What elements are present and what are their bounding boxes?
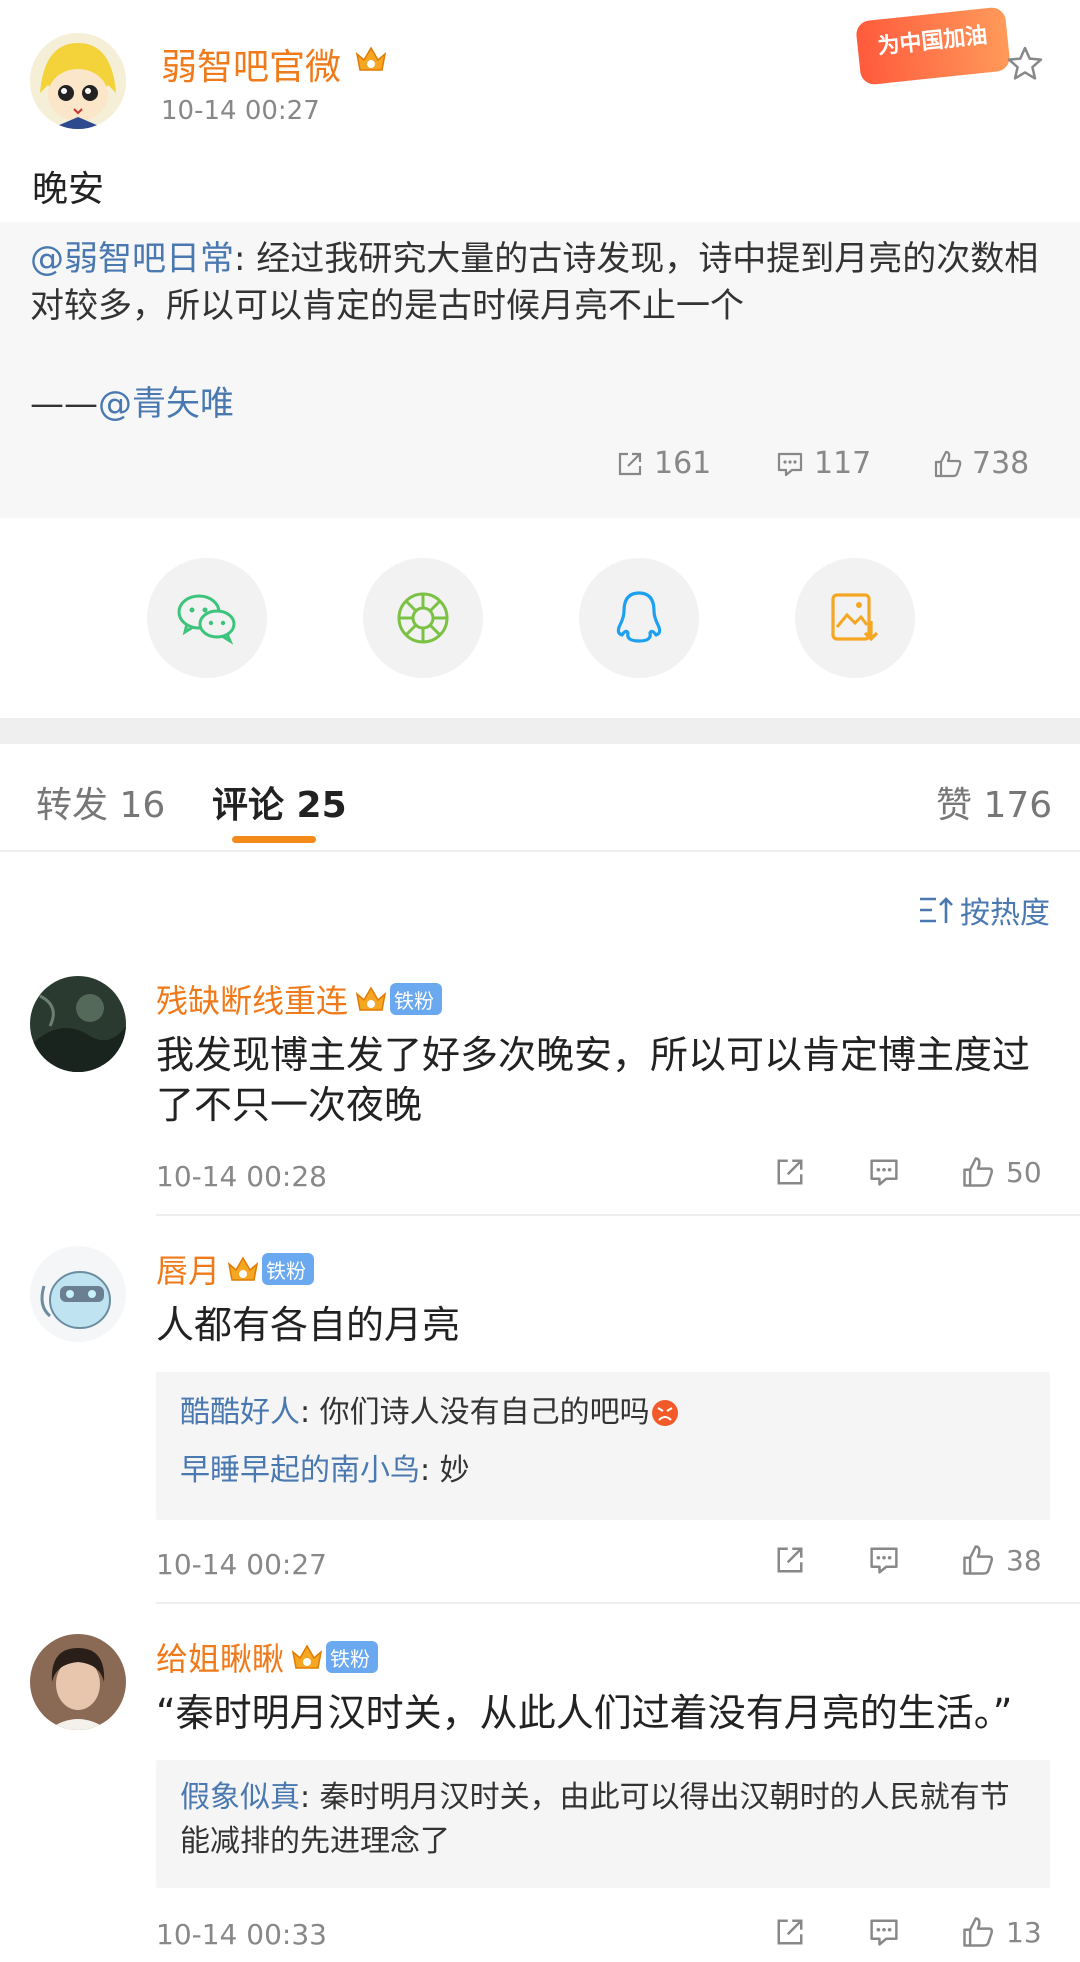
thumbs-up-icon: [963, 1157, 994, 1187]
reply-author[interactable]: 早睡早起的南小鸟: [180, 1453, 420, 1488]
comment-time: 10-14 00:27: [156, 1548, 327, 1581]
commenter-avatar[interactable]: [30, 1246, 126, 1342]
tab-comments[interactable]: 评论 25: [212, 776, 347, 828]
save-image-button[interactable]: [795, 558, 915, 678]
reply-item[interactable]: 酷酷好人: 你们诗人没有自己的吧吗: [180, 1388, 680, 1438]
vip-crown-icon: [354, 42, 388, 80]
comment-like-button[interactable]: 13: [960, 1914, 1042, 1950]
comment-icon: [777, 452, 803, 476]
section-divider: [0, 718, 1080, 744]
comment-reply-button[interactable]: [866, 1914, 902, 1950]
active-tab-indicator: [232, 836, 316, 843]
comment-separator: [156, 1602, 1080, 1604]
moments-icon: [397, 592, 449, 644]
commenter-name[interactable]: 给姐瞅瞅 铁粉: [156, 1634, 379, 1680]
favorite-star-icon[interactable]: [1005, 44, 1045, 84]
quote-signature: ——@青矢唯: [30, 384, 234, 424]
comment-time: 10-14 00:33: [156, 1918, 327, 1951]
vip-crown-icon: [291, 1644, 323, 1669]
comment-icon: [870, 1547, 898, 1574]
author-avatar[interactable]: [30, 33, 126, 129]
commenter-avatar[interactable]: [30, 976, 126, 1072]
repost-icon: [618, 452, 642, 475]
fan-badge: 铁粉: [326, 1641, 379, 1673]
commenter-name[interactable]: 唇月 铁粉: [156, 1246, 315, 1292]
comment-text: 我发现博主发了好多次晚安，所以可以肯定博主度过了不只一次夜晚: [156, 1033, 1031, 1127]
thumbs-up-icon: [963, 1917, 994, 1947]
vip-crown-icon: [227, 1256, 259, 1281]
thumbs-up-icon: [934, 450, 962, 477]
repost-icon: [777, 1547, 803, 1573]
reply-author[interactable]: 假象似真: [180, 1780, 300, 1815]
repost-icon: [777, 1159, 803, 1185]
tab-likes[interactable]: 赞 176: [936, 776, 1052, 828]
comment-text: 人都有各自的月亮: [156, 1303, 461, 1347]
like-count-button[interactable]: 738: [932, 446, 1029, 481]
repost-count-button[interactable]: 161: [614, 446, 711, 481]
comment-count-button[interactable]: 117: [774, 446, 871, 481]
share-wechat-button[interactable]: [147, 558, 267, 678]
tab-reposts[interactable]: 转发 16: [36, 776, 165, 828]
commenter-avatar[interactable]: [30, 1634, 126, 1730]
comment-text: “秦时明月汉时关，从此人们过着没有月亮的生活。”: [156, 1691, 1013, 1735]
comment-repost-button[interactable]: [772, 1154, 808, 1190]
qq-icon: [616, 591, 662, 643]
wechat-icon: [177, 594, 236, 645]
comment-repost-button[interactable]: [772, 1542, 808, 1578]
comment-like-button[interactable]: 50: [960, 1154, 1042, 1190]
post-time: 10-14 00:27: [161, 96, 320, 126]
repost-icon: [777, 1919, 803, 1945]
angry-face-emoji-icon: [651, 1400, 678, 1426]
share-moments-button[interactable]: [363, 558, 483, 678]
fan-badge: 铁粉: [390, 983, 443, 1015]
post-text: 晚安: [32, 169, 105, 210]
thumbs-up-icon: [963, 1545, 994, 1575]
sort-by-hot-button[interactable]: 按热度: [918, 888, 1050, 932]
comment-separator: [156, 1214, 1080, 1216]
reply-item[interactable]: 假象似真: 秦时明月汉时关，由此可以得出汉朝时的人民就有节能减排的先进理念了: [180, 1776, 1020, 1864]
event-badge[interactable]: 为中国加油: [855, 6, 1011, 86]
signature-mention-link[interactable]: @青矢唯: [98, 384, 234, 424]
comment-reply-button[interactable]: [866, 1154, 902, 1190]
save-image-icon: [831, 593, 879, 642]
comment-like-button[interactable]: 38: [960, 1542, 1042, 1578]
author-name[interactable]: 弱智吧官微: [161, 38, 341, 90]
vip-crown-icon: [355, 986, 387, 1011]
comment-reply-button[interactable]: [866, 1542, 902, 1578]
reply-item[interactable]: 早睡早起的南小鸟: 妙: [180, 1446, 470, 1496]
comment-icon: [870, 1919, 898, 1946]
quote-mention-link[interactable]: @弱智吧日常: [30, 239, 234, 279]
share-qq-button[interactable]: [579, 558, 699, 678]
comment-icon: [870, 1159, 898, 1186]
sort-icon: [920, 897, 953, 923]
tab-divider: [0, 850, 1080, 852]
fan-badge: 铁粉: [262, 1253, 315, 1285]
quoted-post-text: @弱智吧日常: 经过我研究大量的古诗发现，诗中提到月亮的次数相对较多，所以可以肯…: [30, 236, 1040, 330]
comment-time: 10-14 00:28: [156, 1160, 327, 1193]
reply-author[interactable]: 酷酷好人: [180, 1395, 300, 1430]
comment-repost-button[interactable]: [772, 1914, 808, 1950]
commenter-name[interactable]: 残缺断线重连 铁粉: [156, 976, 443, 1022]
